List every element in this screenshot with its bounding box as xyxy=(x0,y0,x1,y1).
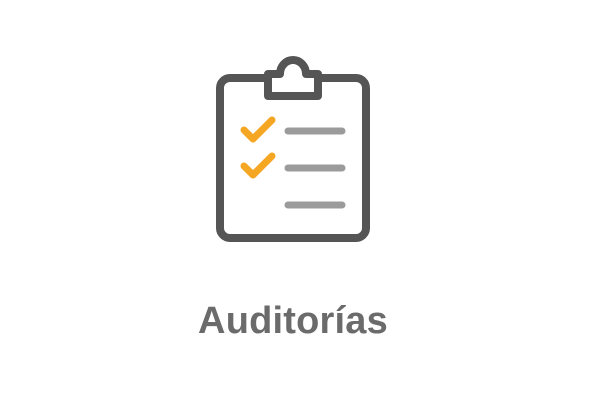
auditorias-tile[interactable]: Auditorías xyxy=(0,0,600,400)
check-icon-2 xyxy=(240,152,276,179)
clipboard-board xyxy=(216,74,370,242)
clipboard-checklist-icon xyxy=(210,48,376,248)
clipboard-clip xyxy=(264,56,322,100)
check-icon-1 xyxy=(240,116,276,143)
tile-label: Auditorías xyxy=(198,300,388,342)
